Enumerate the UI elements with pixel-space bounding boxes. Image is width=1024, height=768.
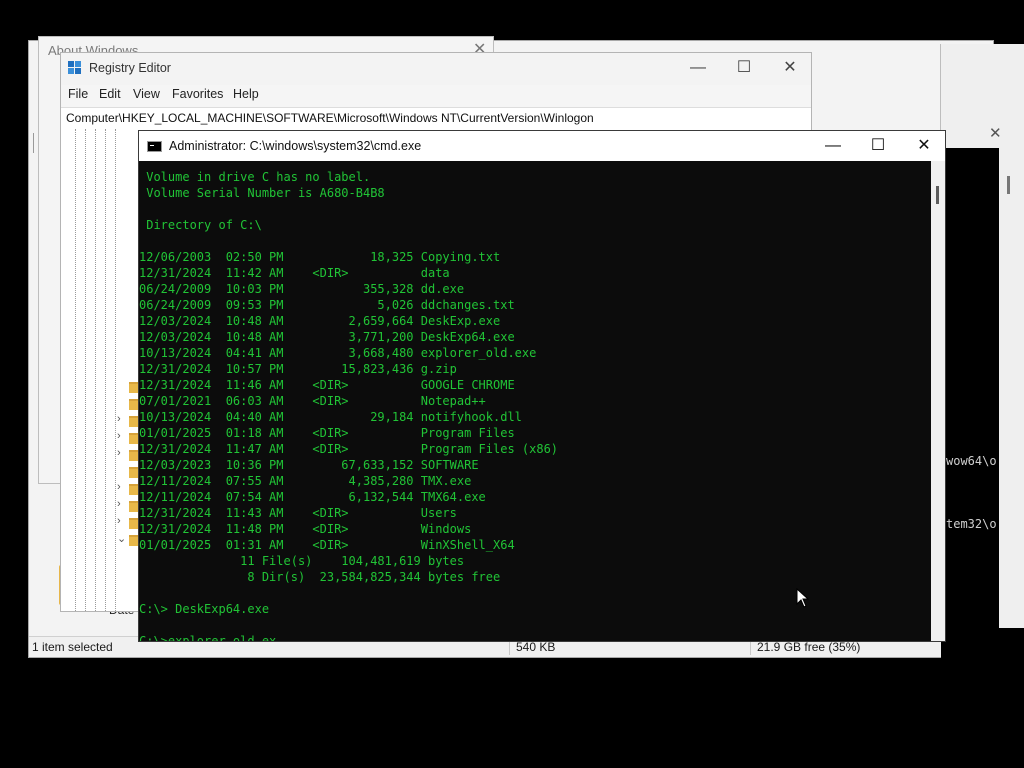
address-bar[interactable]: Computer\HKEY_LOCAL_MACHINE\SOFTWARE\Mic… [61,107,811,131]
menu-file[interactable]: File [68,87,88,101]
console-app-icon [147,141,162,152]
close-button[interactable]: ✕ [767,53,813,85]
console-line: 01/01/2025 01:18 AM <DIR> Program Files [139,426,515,440]
close-button[interactable]: ✕ [901,131,947,161]
tree-guide-line [105,129,106,611]
address-path[interactable]: Computer\HKEY_LOCAL_MACHINE\SOFTWARE\Mic… [66,111,594,125]
chevron-right-icon[interactable]: › [117,413,121,425]
console-line: 07/01/2021 06:03 AM <DIR> Notepad++ [139,394,486,408]
background-console-output: wow64\o tem32\o [941,148,999,672]
chevron-down-icon[interactable]: ⌄ [117,532,126,545]
tree-guide-line [75,129,76,611]
title-bar[interactable]: Registry Editor — ☐ ✕ [61,53,811,85]
menu-bar: File Edit View Favorites Help [61,85,811,107]
console-line: 06/24/2009 10:03 PM 355,328 dd.exe [139,282,465,296]
maximize-button[interactable]: ☐ [721,53,767,85]
maximize-button[interactable]: ☐ [855,131,901,161]
console-line: 12/31/2024 11:43 AM <DIR> Users [139,506,457,520]
status-free-space: 21.9 GB free (35%) [757,640,861,654]
console-line: 12/11/2024 07:54 AM 6,132,544 TMX64.exe [139,490,486,504]
menu-view[interactable]: View [133,87,160,101]
console-line: 12/03/2024 10:48 AM 2,659,664 DeskExp.ex… [139,314,501,328]
registry-editor-icon [68,61,81,74]
menu-favorites[interactable]: Favorites [172,87,223,101]
key-tree-pane[interactable]: › › › › › › ⌄ [61,129,141,611]
console-line: 10/13/2024 04:41 AM 3,668,480 explorer_o… [139,346,537,360]
console-line: Directory of C:\ [139,218,262,232]
status-size: 540 KB [516,640,556,654]
console-line: C:\> DeskExp64.exe [139,602,270,616]
console-line: 12/31/2024 11:47 AM <DIR> Program Files … [139,442,559,456]
console-line: 11 File(s) 104,481,619 bytes [139,554,465,568]
tree-guide-line [115,129,116,611]
console-line: wow64\o [946,454,997,468]
menu-help[interactable]: Help [233,87,259,101]
console-line: 8 Dir(s) 23,584,825,344 bytes free [139,570,501,584]
console-line: 10/13/2024 04:40 AM 29,184 notifyhook.dl… [139,410,522,424]
chevron-right-icon[interactable]: › [117,498,121,510]
menu-edit[interactable]: Edit [99,87,121,101]
console-line: 01/01/2025 01:31 AM <DIR> WinXShell_X64 [139,538,515,552]
console-line: tem32\o [946,517,997,531]
console-line: Volume Serial Number is A680-B4B8 [139,186,385,200]
scrollbar-thumb[interactable] [1007,176,1010,194]
tree-guide-line [95,129,96,611]
vertical-scrollbar[interactable] [931,161,945,641]
status-selection: 1 item selected [32,640,113,654]
console-line: Volume in drive C has no label. [139,170,371,184]
title-bar[interactable]: Administrator: C:\windows\system32\cmd.e… [139,131,945,161]
window-title: Administrator: C:\windows\system32\cmd.e… [169,139,422,153]
chevron-right-icon[interactable]: › [117,430,121,442]
tree-guide-line [85,129,86,611]
cmd-window: Administrator: C:\windows\system32\cmd.e… [138,130,946,642]
minimize-button[interactable]: — [675,53,721,85]
console-line: 12/06/2003 02:50 PM 18,325 Copying.txt [139,250,501,264]
console-line: C:\>explorer_old.ex [139,634,277,641]
chevron-right-icon[interactable]: › [117,447,121,459]
background-console-window: ✕ wow64\o tem32\o [940,44,1024,672]
mouse-cursor-icon [796,588,810,608]
console-line: 12/31/2024 11:42 AM <DIR> data [139,266,450,280]
console-line: 12/31/2024 11:48 PM <DIR> Windows [139,522,472,536]
close-icon[interactable]: ✕ [989,124,1002,142]
scrollbar-thumb[interactable] [936,186,939,204]
minimize-button[interactable]: — [810,131,856,161]
console-line: 12/03/2023 10:36 PM 67,633,152 SOFTWARE [139,458,479,472]
console-output[interactable]: Volume in drive C has no label. Volume S… [139,161,931,641]
console-line: 12/31/2024 11:46 AM <DIR> GOOGLE CHROME [139,378,515,392]
chevron-right-icon[interactable]: › [117,481,121,493]
chevron-right-icon[interactable]: › [117,515,121,527]
console-line: 06/24/2009 09:53 PM 5,026 ddchanges.txt [139,298,515,312]
console-line: 12/03/2024 10:48 AM 3,771,200 DeskExp64.… [139,330,515,344]
console-line: 12/31/2024 10:57 PM 15,823,436 g.zip [139,362,457,376]
window-title: Registry Editor [89,61,171,75]
console-line: 12/11/2024 07:55 AM 4,385,280 TMX.exe [139,474,472,488]
